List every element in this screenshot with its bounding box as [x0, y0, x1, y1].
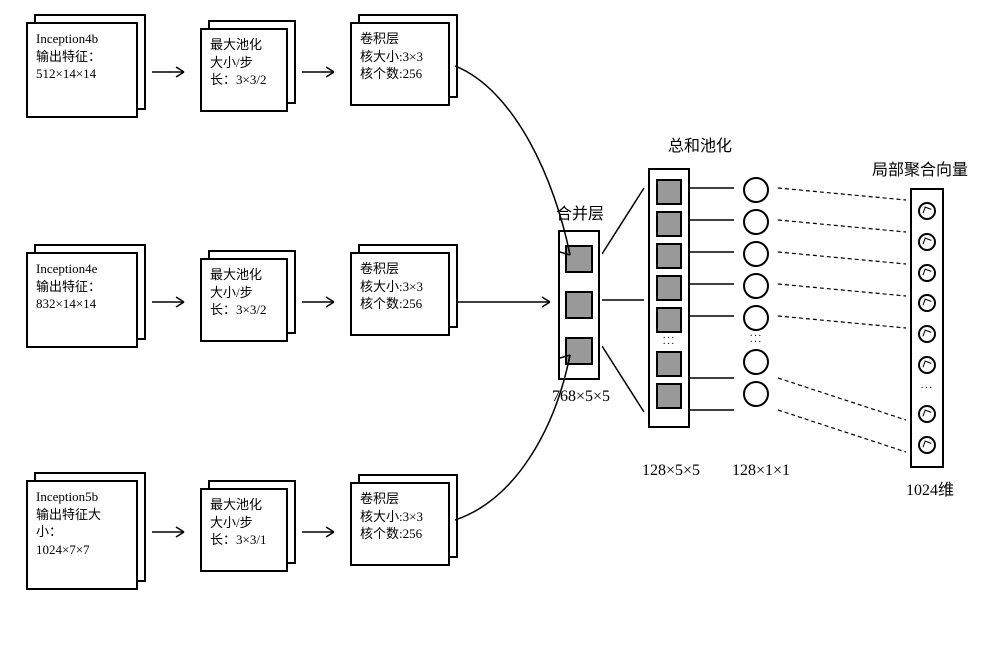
- vec-cell: [918, 233, 936, 251]
- arrow-icon: [602, 172, 648, 428]
- pool-cell: [656, 211, 682, 237]
- maxpool-block-3: 最大池化 大小/步 长：3×3/1: [200, 488, 288, 572]
- circle-node: [743, 177, 769, 203]
- vec-cell: [918, 264, 936, 282]
- arrow-icon: [455, 60, 585, 270]
- vec-cell: [918, 294, 936, 312]
- ellipsis-icon: ······: [663, 336, 676, 348]
- vec-cell: [918, 325, 936, 343]
- pool-cell: [656, 383, 682, 409]
- pool-cell: [656, 179, 682, 205]
- circle-node: [743, 349, 769, 375]
- conv-block-3: 卷积层 核大小:3×3 核个数:256: [350, 482, 450, 566]
- vec-cell: [918, 405, 936, 423]
- sumpool-output-col: ······: [735, 168, 777, 428]
- arrow-icon: [302, 522, 342, 542]
- inception-name: Inception4b: [36, 30, 128, 48]
- pool-cell: [656, 243, 682, 269]
- sumpool-dim1: 128×5×5: [626, 462, 716, 480]
- circle-node: [743, 305, 769, 331]
- arrow-icon: [458, 292, 558, 312]
- inception4b-block: Inception4b 输出特征： 512×14×14: [26, 22, 138, 118]
- circle-node: [743, 241, 769, 267]
- inception5b-block: Inception5b 输出特征大 小： 1024×7×7: [26, 480, 138, 590]
- vector-dim: 1024维: [895, 476, 965, 500]
- local-agg-vector: ···: [910, 188, 944, 468]
- circle-node: [743, 381, 769, 407]
- circle-node: [743, 209, 769, 235]
- pool-cell: [656, 307, 682, 333]
- sumpool-label: 总和池化: [650, 132, 750, 156]
- arrow-icon: [152, 522, 192, 542]
- maxpool-block-2: 最大池化 大小/步 长：3×3/2: [200, 258, 288, 342]
- pool-cell: [656, 351, 682, 377]
- inception4e-block: Inception4e 输出特征： 832×14×14: [26, 252, 138, 348]
- ellipsis-icon: ······: [750, 334, 763, 346]
- concat-cell: [565, 291, 593, 319]
- ellipsis-icon: ···: [921, 386, 934, 392]
- maxpool-block-1: 最大池化 大小/步 长：3×3/2: [200, 28, 288, 112]
- sumpool-input-col: ······: [648, 168, 690, 428]
- arrow-icon: [152, 62, 192, 82]
- arrow-icon: [302, 62, 342, 82]
- vec-cell: [918, 202, 936, 220]
- connector-lines: [690, 170, 736, 426]
- arrow-icon: [455, 350, 585, 550]
- arrow-icon: [152, 292, 192, 312]
- vec-cell: [918, 436, 936, 454]
- circle-node: [743, 273, 769, 299]
- conv-block-2: 卷积层 核大小:3×3 核个数:256: [350, 252, 450, 336]
- dashed-connections: [778, 170, 910, 470]
- vec-cell: [918, 356, 936, 374]
- arrow-icon: [302, 292, 342, 312]
- pool-cell: [656, 275, 682, 301]
- conv-block-1: 卷积层 核大小:3×3 核个数:256: [350, 22, 450, 106]
